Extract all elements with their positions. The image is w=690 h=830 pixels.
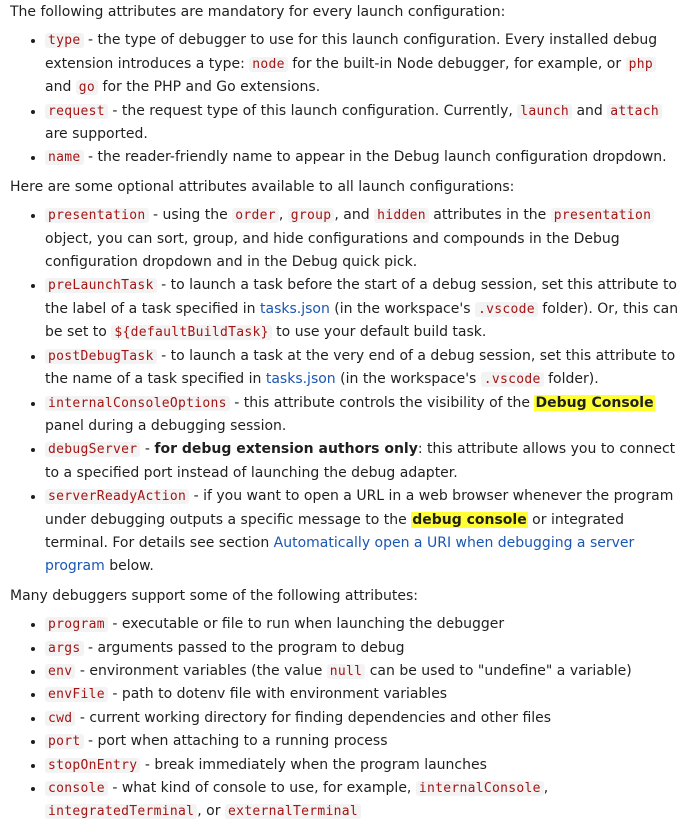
inline-code: go: [75, 80, 99, 96]
list-item-text: (in the workspace's: [329, 300, 475, 317]
list-item-text: can be used to "undefine" a variable): [365, 662, 632, 679]
list-item-name: name - the reader-friendly name to appea…: [45, 146, 686, 169]
attr-internalconsoleoptions-code: internalConsoleOptions: [45, 395, 230, 411]
inline-code: .vscode: [480, 372, 544, 388]
tasks-json-link[interactable]: tasks.json: [260, 301, 330, 317]
inline-code: hidden: [374, 208, 429, 224]
list-item-text: - arguments passed to the program to deb…: [83, 639, 405, 656]
attr-postdebugtask-code: postDebugTask: [45, 348, 157, 364]
list-item-text: (in the workspace's: [335, 371, 481, 388]
attr-program-code: program: [45, 617, 108, 633]
list-item-serverreadyaction: serverReadyAction - if you want to open …: [45, 485, 686, 579]
attr-stoponentry-code: stopOnEntry: [45, 757, 141, 773]
list-item-request: request - the request type of this launc…: [45, 100, 686, 147]
list-item-text: attributes in the: [428, 207, 551, 224]
list-item-text: , or: [197, 803, 225, 820]
inline-code: null: [326, 663, 366, 679]
list-item-text: and: [572, 102, 608, 119]
common-attributes-list: program - executable or file to run when…: [10, 613, 686, 824]
attr-envfile-code: envFile: [45, 687, 108, 703]
list-item-text: panel during a debugging session.: [45, 417, 287, 434]
inline-code: attach: [607, 103, 663, 119]
inline-code: order: [232, 208, 279, 224]
list-item-internalconsoleoptions: internalConsoleOptions - this attribute …: [45, 392, 686, 439]
list-item-text: - the reader-friendly name to appear in …: [83, 149, 667, 166]
list-item-text: - using the: [148, 207, 233, 224]
optional-attributes-list: presentation - using the order, group, a…: [10, 204, 686, 579]
list-item-text: -: [140, 441, 155, 458]
attr-port-code: port: [45, 734, 84, 750]
attr-cwd-code: cwd: [45, 710, 76, 726]
inline-code: presentation: [550, 208, 655, 224]
inline-code: launch: [517, 103, 573, 119]
list-item-cwd: cwd - current working directory for find…: [45, 707, 686, 730]
mandatory-intro: The following attributes are mandatory f…: [10, 4, 506, 20]
list-item-text: - executable or file to run when launchi…: [107, 616, 505, 633]
list-item-text: below.: [104, 558, 154, 575]
list-item-text: - path to dotenv file with environment v…: [107, 686, 448, 703]
attr-args-code: args: [45, 640, 84, 656]
list-item-presentation: presentation - using the order, group, a…: [45, 204, 686, 274]
list-item-text: are supported.: [45, 126, 148, 143]
list-item-envfile: envFile - path to dotenv file with envir…: [45, 683, 686, 706]
attr-type-code: type: [45, 33, 84, 49]
bold-text: for debug extension authors only: [154, 441, 418, 458]
list-item-text: - port when attaching to a running proce…: [83, 733, 388, 750]
highlighted-term: Debug Console: [534, 394, 655, 411]
list-item-stoponentry: stopOnEntry - break immediately when the…: [45, 754, 686, 777]
list-item-port: port - port when attaching to a running …: [45, 730, 686, 753]
list-item-args: args - arguments passed to the program t…: [45, 637, 686, 660]
highlighted-term: debug console: [411, 511, 528, 528]
attr-env-code: env: [45, 663, 76, 679]
list-item-text: - what kind of console to use, for examp…: [107, 780, 416, 796]
list-item-text: - current working directory for finding …: [75, 709, 552, 726]
inline-code: ${defaultBuildTask}: [111, 325, 272, 341]
attr-prelaunchtask-code: preLaunchTask: [45, 278, 157, 294]
list-item-prelaunchtask: preLaunchTask - to launch a task before …: [45, 274, 686, 344]
optional-intro: Here are some optional attributes availa…: [10, 178, 515, 195]
list-item-text: object, you can sort, group, and hide co…: [45, 230, 620, 271]
attr-presentation-code: presentation: [45, 208, 149, 224]
attr-console-code: console: [45, 781, 108, 796]
list-item-text: , and: [334, 207, 375, 224]
tasks-json-link[interactable]: tasks.json: [266, 371, 336, 387]
inline-code: .vscode: [474, 301, 538, 317]
attr-name-code: name: [45, 150, 84, 166]
list-item-text: folder).: [543, 371, 599, 388]
inline-code: node: [249, 56, 288, 72]
list-item-text: ,: [278, 207, 288, 224]
inline-code: externalTerminal: [224, 804, 361, 820]
inline-code: group: [287, 208, 335, 224]
list-item-text: for the built-in Node debugger, for exam…: [287, 55, 626, 72]
list-item-program: program - executable or file to run when…: [45, 613, 686, 636]
list-item-console: console - what kind of console to use, f…: [45, 777, 686, 824]
attr-serverreadyaction-code: serverReadyAction: [45, 489, 190, 505]
list-item-text: ,: [543, 780, 549, 796]
attr-debugserver-code: debugServer: [45, 442, 141, 458]
list-item-text: - this attribute controls the visibility…: [229, 394, 535, 411]
list-item-type: type - the type of debugger to use for t…: [45, 29, 686, 99]
list-item-debugserver: debugServer - for debug extension author…: [45, 438, 686, 485]
list-item-text: - break immediately when the program lau…: [140, 756, 487, 773]
attr-request-code: request: [45, 103, 108, 119]
many-intro: Many debuggers support some of the follo…: [10, 587, 419, 604]
list-item-text: - environment variables (the value: [75, 662, 327, 679]
inline-code: integratedTerminal: [45, 804, 198, 820]
list-item-text: and: [45, 79, 76, 96]
inline-code: internalConsole: [415, 781, 544, 796]
document-body: The following attributes are mandatory f…: [0, 0, 690, 824]
inline-code: php: [625, 56, 656, 72]
list-item-text: to use your default build task.: [271, 324, 487, 341]
mandatory-attributes-list: type - the type of debugger to use for t…: [10, 29, 686, 169]
list-item-postdebugtask: postDebugTask - to launch a task at the …: [45, 345, 686, 392]
list-item-env: env - environment variables (the value n…: [45, 660, 686, 683]
list-item-text: for the PHP and Go extensions.: [98, 79, 321, 96]
list-item-text: - the request type of this launch config…: [107, 102, 518, 119]
